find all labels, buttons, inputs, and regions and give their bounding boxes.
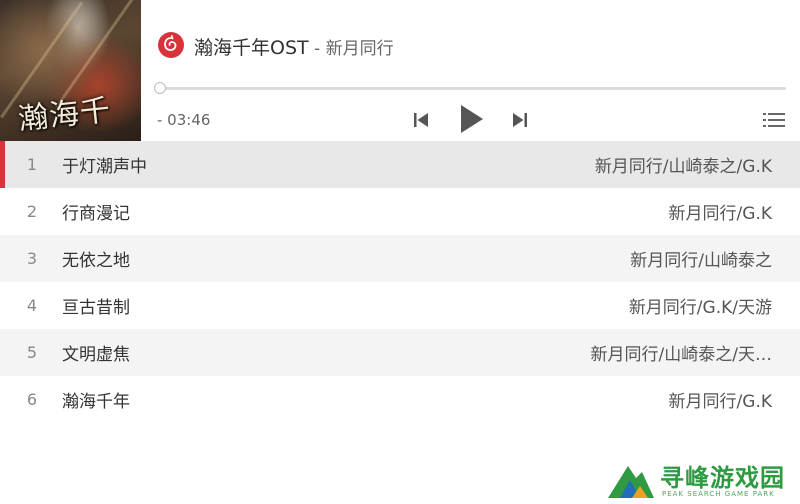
active-track-marker [0,141,5,188]
next-track-button[interactable] [509,110,531,130]
previous-track-button[interactable] [410,110,432,130]
playlist-menu-button[interactable] [761,110,787,130]
playlist-row[interactable]: 5 文明虚焦 新月同行/山崎泰之/天… [0,329,800,376]
mountain-logo-icon [608,466,654,498]
track-number: 3 [26,249,38,268]
track-title: 行商漫记 [62,204,130,224]
cover-title: 瀚海千年 [16,92,113,138]
watermark-subtitle: PEAK SEARCH GAME PARK [662,490,775,498]
album-cover: 瀚海千年 [0,0,141,141]
track-title: 文明虚焦 [62,345,130,365]
music-player: 瀚海千年 瀚海千年OST - 新月同行 - 03:46 [0,0,800,141]
track-artists: 新月同行/山崎泰之/天… [590,345,772,365]
playlist-row[interactable]: 3 无依之地 新月同行/山崎泰之 [0,235,800,282]
track-number: 6 [26,390,38,409]
track-name: 瀚海千年OST [194,37,309,59]
playlist-row[interactable]: 6 瀚海千年 新月同行/G.K [0,376,800,423]
playlist-menu-icon [763,113,785,127]
track-number: 5 [26,343,38,362]
now-playing-title: 瀚海千年OST - 新月同行 [194,33,394,60]
playlist-row[interactable]: 4 亘古昔制 新月同行/G.K/天游 [0,282,800,329]
site-watermark: 寻峰游戏园 PEAK SEARCH GAME PARK [606,456,796,500]
track-artists: 新月同行/山崎泰之 [630,251,772,271]
progress-bar[interactable] [160,87,786,90]
track-number: 4 [26,296,38,315]
track-artists: 新月同行/G.K/天游 [628,298,772,318]
track-title: 亘古昔制 [62,298,130,318]
track-title: 于灯潮声中 [62,157,147,177]
track-number: 2 [26,202,38,221]
track-number: 1 [26,155,38,174]
netease-music-logo-icon [158,32,184,58]
playlist-row[interactable]: 2 行商漫记 新月同行/G.K [0,188,800,235]
track-title: 无依之地 [62,251,130,271]
track-title: 瀚海千年 [62,392,130,412]
track-artists: 新月同行/G.K [668,204,772,224]
play-button[interactable] [454,102,488,136]
previous-track-icon [414,113,428,127]
track-artists: 新月同行/山崎泰之/G.K [594,157,772,177]
watermark-name: 寻峰游戏园 [660,464,785,492]
track-artist: 新月同行 [325,39,394,59]
next-track-icon [513,113,527,127]
playlist: 1 于灯潮声中 新月同行/山崎泰之/G.K 2 行商漫记 新月同行/G.K 3 … [0,141,800,423]
play-icon [461,105,483,133]
track-artists: 新月同行/G.K [668,392,772,412]
title-separator: - [308,39,326,59]
playlist-row[interactable]: 1 于灯潮声中 新月同行/山崎泰之/G.K [0,141,800,188]
time-remaining: - 03:46 [157,111,211,129]
progress-knob[interactable] [154,82,166,94]
